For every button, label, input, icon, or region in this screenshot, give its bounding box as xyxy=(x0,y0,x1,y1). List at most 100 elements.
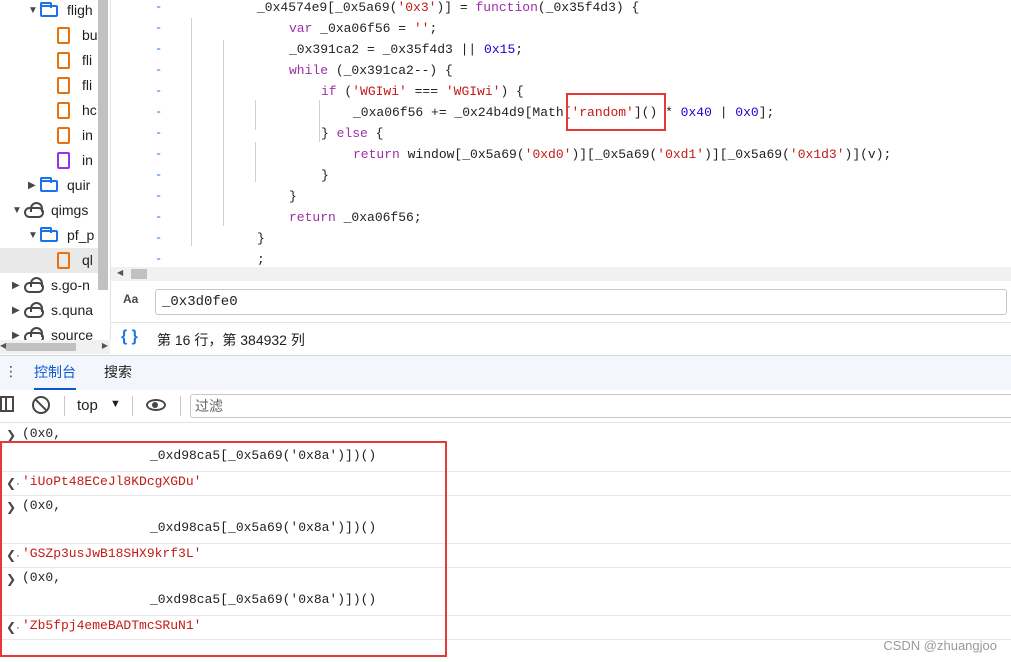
tree-item[interactable]: in xyxy=(0,148,98,173)
tree-item[interactable]: in xyxy=(0,123,98,148)
tree-item[interactable]: ▶ s.go-n xyxy=(0,273,98,298)
cloud-icon xyxy=(24,302,44,318)
gutter-marker: - xyxy=(155,252,163,266)
tree-item-label: s.quna xyxy=(51,302,94,318)
code-token: { xyxy=(375,126,384,141)
chevron-down-icon[interactable]: ▼ xyxy=(110,398,121,410)
file-icon xyxy=(57,102,70,119)
indent-guide xyxy=(319,100,320,142)
folder-icon xyxy=(40,2,58,17)
code-text: } xyxy=(289,186,297,207)
code-token: } xyxy=(321,126,337,141)
expand-arrow-right-icon[interactable]: ▶ xyxy=(12,323,20,340)
filter-input[interactable] xyxy=(190,394,1011,418)
console-toolbar: top ▼ xyxy=(0,390,1011,423)
file-icon xyxy=(57,252,70,269)
gutter-marker: - xyxy=(155,21,163,35)
tree-item[interactable]: fli xyxy=(0,73,98,98)
editor-horizontal-scrollbar[interactable]: ◀ xyxy=(111,267,1011,281)
gutter-marker: - xyxy=(155,0,163,14)
folder-icon xyxy=(40,227,58,242)
code-token: else xyxy=(336,126,376,141)
code-text: if ('WGIwi' === 'WGIwi') { xyxy=(321,81,524,102)
code-token: _0x4574e9[_0x5a69( xyxy=(257,0,398,15)
file-icon xyxy=(57,52,70,69)
file-tree-vertical-scrollbar[interactable] xyxy=(98,0,108,290)
tree-item-label: qimgs xyxy=(51,202,89,218)
gutter-marker: - xyxy=(155,63,163,77)
tree-item-label: ql xyxy=(82,252,93,268)
code-text: while (_0x391ca2--) { xyxy=(289,60,453,81)
gutter-marker: - xyxy=(155,126,163,140)
code-token: ) { xyxy=(500,84,524,99)
code-token: if xyxy=(321,84,345,99)
tree-item[interactable]: ▼ pf_p xyxy=(0,223,98,248)
code-text: var _0xa06f56 = ''; xyxy=(289,18,437,39)
drawer-menu-icon[interactable]: ⋮ xyxy=(4,363,18,380)
scroll-left-arrow-icon[interactable]: ◀ xyxy=(117,268,123,277)
tree-item[interactable]: ▶ source xyxy=(0,323,98,340)
code-text: _0x391ca2 = _0x35f4d3 || 0x15; xyxy=(289,39,523,60)
annotation-highlight-box xyxy=(0,441,447,657)
tree-item[interactable]: ▶ quir xyxy=(0,173,98,198)
code-token: while xyxy=(289,63,336,78)
live-expression-eye-icon[interactable] xyxy=(146,399,166,411)
tab-search[interactable]: 搜索 xyxy=(104,356,132,390)
tab-console[interactable]: 控制台 xyxy=(34,356,76,390)
expand-arrow-right-icon[interactable]: ▶ xyxy=(12,273,20,298)
expand-arrow-right-icon[interactable]: ▶ xyxy=(12,298,20,323)
editor-status-bar: { } 第 16 行，第 384932 列 xyxy=(111,322,1011,355)
expand-arrow-down-icon[interactable]: ▼ xyxy=(12,198,22,223)
pretty-print-braces-icon[interactable]: { } xyxy=(121,328,138,346)
tree-item-label: s.go-n xyxy=(51,277,90,293)
code-token: _0xa06f56 += _0x24b4d9[Math[ xyxy=(353,105,572,120)
code-text: _0x4574e9[_0x5a69('0x3')] = function(_0x… xyxy=(257,0,639,18)
cloud-icon xyxy=(24,327,44,340)
code-text: } else { xyxy=(321,123,383,144)
code-token: '0xd0' xyxy=(524,147,572,162)
tree-item[interactable]: hc xyxy=(0,98,98,123)
clear-console-icon[interactable] xyxy=(32,396,50,414)
scroll-right-arrow-icon[interactable]: ▶ xyxy=(102,341,108,350)
tree-item[interactable]: ▶ s.quna xyxy=(0,298,98,323)
file-tree-horizontal-scrollbar[interactable]: ◀ ▶ xyxy=(0,340,110,354)
tree-item-label: source xyxy=(51,327,94,340)
code-token: window[_0x5a69( xyxy=(407,147,525,162)
code-token: ; xyxy=(257,252,265,267)
tree-item[interactable]: ▼ qimgs xyxy=(0,198,98,223)
toolbar-divider xyxy=(132,396,133,416)
scrollbar-thumb[interactable] xyxy=(6,343,76,351)
code-token: 0x0 xyxy=(735,105,759,120)
code-token: ; xyxy=(515,42,524,57)
editor-search-row: Aa _0x3d0fe0 xyxy=(111,284,1011,322)
tree-item[interactable]: ▼ fligh xyxy=(0,0,98,23)
gutter-marker: - xyxy=(155,147,163,161)
sidebar-toggle-icon[interactable] xyxy=(0,396,14,412)
code-token: return xyxy=(289,210,344,225)
match-case-icon[interactable]: Aa xyxy=(123,292,138,306)
indent-guide xyxy=(255,142,256,182)
expand-arrow-down-icon[interactable]: ▼ xyxy=(28,223,38,248)
code-token: )][_0x5a69( xyxy=(571,147,658,162)
code-text: } xyxy=(257,228,265,249)
code-editor[interactable]: - _0x4574e9[_0x5a69('0x3')] = function(_0… xyxy=(111,0,1011,267)
expand-arrow-right-icon[interactable]: ▶ xyxy=(28,173,36,198)
expand-arrow-down-icon[interactable]: ▼ xyxy=(28,0,38,23)
tree-item-label: in xyxy=(82,127,93,143)
code-token: )](v); xyxy=(844,147,892,162)
gutter-marker: - xyxy=(155,168,163,182)
gutter-marker: - xyxy=(155,189,163,203)
tree-item[interactable]: fli xyxy=(0,48,98,73)
code-token: ]; xyxy=(758,105,775,120)
scrollbar-thumb[interactable] xyxy=(131,269,147,279)
gutter-marker: - xyxy=(155,105,163,119)
tree-item[interactable]: ql xyxy=(0,248,98,273)
indent-guide xyxy=(191,18,192,246)
drawer-tab-bar: ⋮ 控制台 搜索 xyxy=(0,355,1011,391)
search-query-field[interactable]: _0x3d0fe0 xyxy=(155,289,1007,315)
code-token: )] = xyxy=(436,0,476,15)
code-token: '0x1d3' xyxy=(789,147,845,162)
code-token: ; xyxy=(429,21,438,36)
context-selector[interactable]: top xyxy=(77,397,98,414)
tree-item[interactable]: bu xyxy=(0,23,98,48)
